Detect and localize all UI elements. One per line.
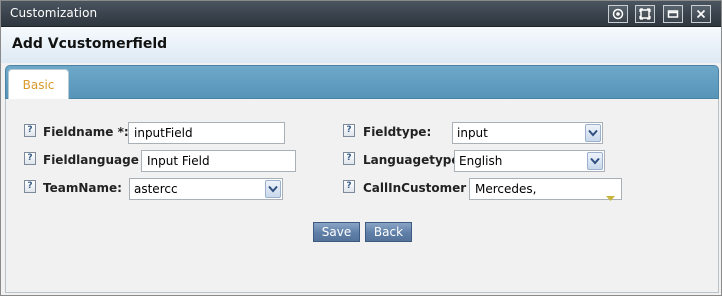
fieldlanguage-input[interactable]: Input Field xyxy=(141,150,296,172)
fieldname-input[interactable]: inputField xyxy=(128,122,285,144)
close-icon[interactable] xyxy=(691,5,711,23)
teamname-label: TeamName: xyxy=(43,181,122,195)
tab-basic[interactable]: Basic xyxy=(8,69,69,100)
tab-strip: Basic xyxy=(5,65,719,100)
help-icon[interactable]: ? xyxy=(343,180,355,193)
save-button[interactable]: Save xyxy=(313,222,360,242)
fieldlanguage-label: Fieldlanguage *: xyxy=(43,153,155,167)
minimize-icon[interactable] xyxy=(663,5,683,23)
fieldname-label: Fieldname *: xyxy=(43,125,129,139)
chevron-down-icon[interactable] xyxy=(587,152,603,170)
fieldtype-label: Fieldtype: xyxy=(363,125,432,139)
caret-down-icon[interactable] xyxy=(606,187,615,207)
fieldtype-value: input xyxy=(457,126,488,140)
maximize-icon[interactable] xyxy=(635,5,655,23)
help-icon[interactable]: ? xyxy=(24,180,36,193)
page-title: Add Vcustomerfield xyxy=(12,36,168,52)
help-icon[interactable]: ? xyxy=(24,124,36,137)
chevron-down-icon[interactable] xyxy=(265,180,281,198)
languagetype-select[interactable]: English xyxy=(454,150,605,172)
help-icon[interactable]: ? xyxy=(343,124,355,137)
languagetype-value: English xyxy=(459,154,503,168)
fieldtype-select[interactable]: input xyxy=(452,122,603,144)
form-header: Add Vcustomerfield xyxy=(1,27,721,63)
title-bar[interactable]: Customization xyxy=(1,1,721,27)
languagetype-label: Languagetype: xyxy=(363,153,465,167)
callincustomer-label: CallInCustomer *: xyxy=(363,181,482,195)
window-title: Customization xyxy=(10,6,98,20)
help-icon[interactable]: ? xyxy=(343,152,355,165)
teamname-value: astercc xyxy=(134,182,178,196)
back-button[interactable]: Back xyxy=(365,222,412,242)
callincustomer-combo[interactable]: Mercedes, xyxy=(469,178,622,201)
teamname-select[interactable]: astercc xyxy=(129,178,283,200)
help-icon[interactable]: ? xyxy=(24,152,36,165)
callincustomer-value: Mercedes, xyxy=(475,182,537,196)
chevron-down-icon[interactable] xyxy=(585,124,601,142)
restore-icon[interactable] xyxy=(608,5,628,23)
customization-window: Customization Add Vcustomerfield Basic ?… xyxy=(0,0,722,296)
